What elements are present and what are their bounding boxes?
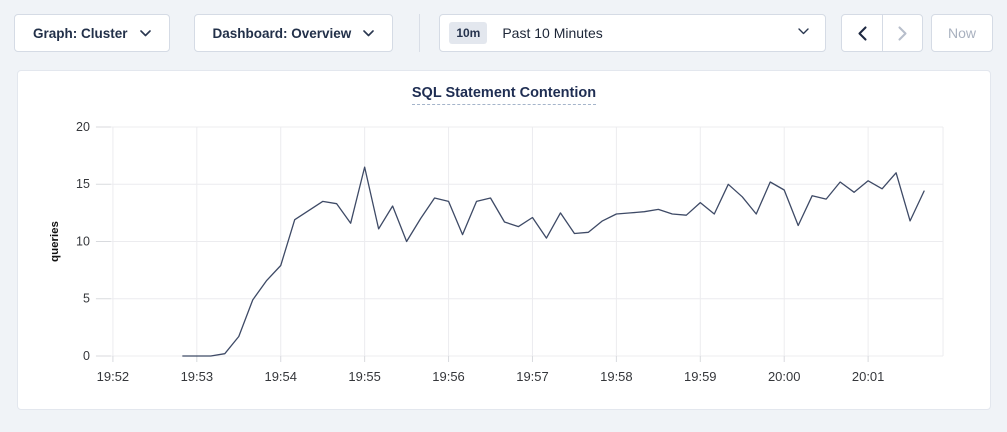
chevron-right-icon xyxy=(898,26,907,41)
toolbar: Graph: Cluster Dashboard: Overview 10m P… xyxy=(0,0,1007,52)
x-tick-label: 19:59 xyxy=(684,369,716,384)
time-next-button[interactable] xyxy=(882,15,922,51)
time-nav-group xyxy=(841,14,923,52)
chevron-down-icon xyxy=(798,28,809,35)
time-range-badge: 10m xyxy=(449,22,487,44)
x-tick-label: 19:56 xyxy=(432,369,464,384)
y-tick-label: 20 xyxy=(76,120,90,134)
x-tick-label: 19:52 xyxy=(97,369,129,384)
x-tick-label: 19:54 xyxy=(264,369,296,384)
graph-dropdown[interactable]: Graph: Cluster xyxy=(14,14,170,52)
time-range-selector[interactable]: 10m Past 10 Minutes xyxy=(439,14,826,52)
now-button[interactable]: Now xyxy=(931,14,993,52)
dashboard-dropdown[interactable]: Dashboard: Overview xyxy=(194,14,394,52)
chevron-down-icon xyxy=(363,30,374,37)
x-tick-label: 19:53 xyxy=(181,369,213,384)
y-tick-label: 10 xyxy=(76,234,90,248)
chart-card: SQL Statement Contention 0510152019:5219… xyxy=(17,70,991,410)
x-tick-label: 19:55 xyxy=(348,369,380,384)
x-tick-label: 20:01 xyxy=(852,369,884,384)
toolbar-divider xyxy=(419,14,420,52)
graph-dropdown-label: Graph: Cluster xyxy=(33,26,128,41)
chevron-left-icon xyxy=(858,26,867,41)
x-tick-label: 19:57 xyxy=(516,369,548,384)
y-tick-label: 15 xyxy=(76,177,90,191)
x-tick-label: 20:00 xyxy=(768,369,800,384)
y-tick-label: 0 xyxy=(83,349,90,363)
time-prev-button[interactable] xyxy=(842,15,882,51)
sql-statement-contention-line-chart[interactable]: 0 5 10 15 20 19:52 19:53 19:54 19:55 19:56 19:57 19… xyxy=(18,71,990,409)
x-tick-label: 19:58 xyxy=(600,369,632,384)
dashboard-dropdown-label: Dashboard: Overview xyxy=(213,26,352,41)
chevron-down-icon xyxy=(140,30,151,37)
y-axis-label: queries xyxy=(49,221,61,262)
series-line xyxy=(183,167,924,356)
y-tick-label: 5 xyxy=(83,292,90,306)
time-range-label: Past 10 Minutes xyxy=(502,25,602,41)
